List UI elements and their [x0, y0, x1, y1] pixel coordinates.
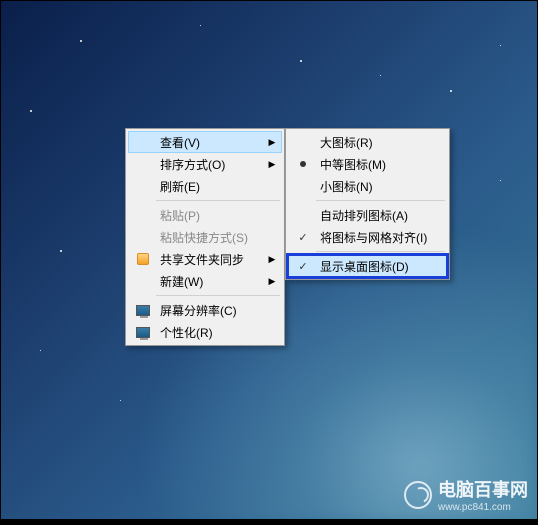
- menu-item-auto-arrange[interactable]: 自动排列图标(A): [288, 204, 447, 226]
- menu-label: 刷新(E): [154, 178, 266, 195]
- menu-label: 中等图标(M): [314, 156, 443, 173]
- menu-label: 显示桌面图标(D): [314, 258, 443, 275]
- menu-item-large-icons[interactable]: 大图标(R): [288, 131, 447, 153]
- menu-separator: [316, 200, 445, 201]
- menu-item-view[interactable]: 查看(V) ▶: [128, 131, 282, 153]
- menu-label: 小图标(N): [314, 178, 443, 195]
- menu-item-new[interactable]: 新建(W) ▶: [128, 270, 282, 292]
- menu-label: 新建(W): [154, 273, 266, 290]
- submenu-arrow-icon: ▶: [266, 159, 278, 170]
- checkmark-icon: ✓: [298, 260, 307, 273]
- menu-label: 屏幕分辨率(C): [154, 302, 266, 319]
- view-submenu: 大图标(R) 中等图标(M) 小图标(N) 自动排列图标(A) ✓ 将图标与网格…: [285, 128, 450, 280]
- radio-selected-icon: [300, 161, 306, 167]
- menu-label: 排序方式(O): [154, 156, 266, 173]
- watermark-title: 电脑百事网: [438, 480, 528, 500]
- menu-separator: [316, 251, 445, 252]
- menu-label: 共享文件夹同步: [154, 251, 266, 268]
- desktop-context-menu: 查看(V) ▶ 排序方式(O) ▶ 刷新(E) 粘贴(P) 粘贴快捷方式(S) …: [125, 128, 285, 346]
- menu-item-screen-resolution[interactable]: 屏幕分辨率(C): [128, 299, 282, 321]
- menu-label: 粘贴快捷方式(S): [154, 229, 266, 246]
- menu-item-medium-icons[interactable]: 中等图标(M): [288, 153, 447, 175]
- submenu-arrow-icon: ▶: [266, 137, 278, 148]
- menu-item-personalize[interactable]: 个性化(R): [128, 321, 282, 343]
- menu-label: 粘贴(P): [154, 207, 266, 224]
- monitor-icon: [136, 305, 150, 316]
- menu-label: 自动排列图标(A): [314, 207, 443, 224]
- watermark: 电脑百事网 www.pc841.com: [404, 476, 528, 513]
- menu-item-show-desktop-icons[interactable]: ✓ 显示桌面图标(D): [288, 255, 447, 277]
- menu-item-paste: 粘贴(P): [128, 204, 282, 226]
- sync-icon: [137, 253, 149, 265]
- menu-item-small-icons[interactable]: 小图标(N): [288, 175, 447, 197]
- menu-separator: [156, 295, 280, 296]
- menu-label: 将图标与网格对齐(I): [314, 229, 443, 246]
- submenu-arrow-icon: ▶: [266, 276, 278, 287]
- menu-item-sort[interactable]: 排序方式(O) ▶: [128, 153, 282, 175]
- menu-item-refresh[interactable]: 刷新(E): [128, 175, 282, 197]
- menu-label: 大图标(R): [314, 134, 443, 151]
- menu-separator: [156, 200, 280, 201]
- menu-label: 个性化(R): [154, 324, 266, 341]
- monitor-icon: [136, 327, 150, 338]
- watermark-logo-icon: [404, 481, 432, 509]
- menu-label: 查看(V): [154, 134, 266, 151]
- watermark-url: www.pc841.com: [438, 502, 528, 513]
- checkmark-icon: ✓: [298, 231, 307, 244]
- submenu-arrow-icon: ▶: [266, 254, 278, 265]
- menu-item-align-to-grid[interactable]: ✓ 将图标与网格对齐(I): [288, 226, 447, 248]
- menu-item-paste-shortcut: 粘贴快捷方式(S): [128, 226, 282, 248]
- menu-item-shared-folder-sync[interactable]: 共享文件夹同步 ▶: [128, 248, 282, 270]
